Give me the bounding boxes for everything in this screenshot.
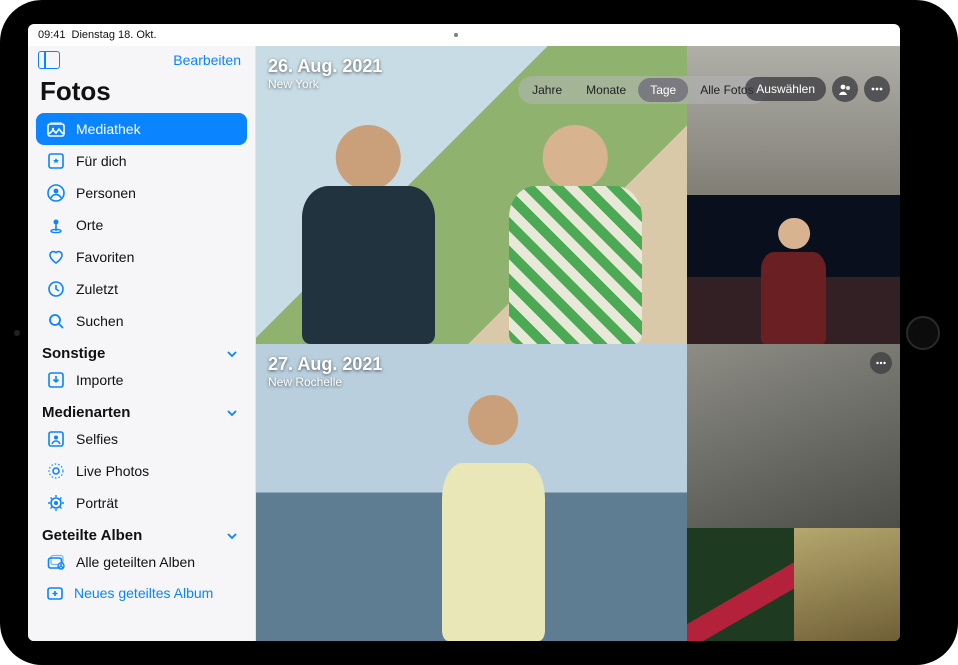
select-button[interactable]: Auswählen <box>745 77 826 101</box>
clock-icon <box>46 279 66 299</box>
seg-months[interactable]: Monate <box>574 78 638 102</box>
plus-icon <box>46 584 64 602</box>
wifi-icon <box>818 30 831 40</box>
battery-icon <box>870 30 890 40</box>
sidebar-item-label: Favoriten <box>76 249 134 265</box>
photo-tile[interactable] <box>794 528 900 641</box>
search-icon <box>46 311 66 331</box>
photo-tile[interactable] <box>687 46 900 195</box>
people-icon <box>46 183 66 203</box>
status-date: Dienstag 18. Okt. <box>72 29 157 41</box>
day-header: 27. Aug. 2021 New Rochelle <box>268 354 382 389</box>
sidebar-item-label: Orte <box>76 217 103 233</box>
sidebar-item-label: Importe <box>76 372 123 388</box>
sidebar-item-recent[interactable]: Zuletzt <box>36 273 247 305</box>
edit-button[interactable]: Bearbeiten <box>173 52 241 68</box>
shared-albums-icon <box>46 552 66 572</box>
sidebar-item-label: Mediathek <box>76 121 141 137</box>
app-title: Fotos <box>36 76 247 113</box>
view-segmented-control[interactable]: Jahre Monate Tage Alle Fotos <box>518 76 767 104</box>
sidebar-item-label: Zuletzt <box>76 281 118 297</box>
screen: 09:41 Dienstag 18. Okt. 100 % Bearbeiten <box>28 24 900 641</box>
day-location: New Rochelle <box>268 375 382 389</box>
sidebar-item-portrait[interactable]: Porträt <box>36 487 247 519</box>
sidebar-item-imports[interactable]: Importe <box>36 364 247 396</box>
photo-thumbnail <box>687 195 900 344</box>
for-you-icon <box>46 151 66 171</box>
sidebar-item-library[interactable]: Mediathek <box>36 113 247 145</box>
battery-percent: 100 % <box>835 29 866 41</box>
sidebar-item-for-you[interactable]: Für dich <box>36 145 247 177</box>
section-header-shared[interactable]: Geteilte Alben <box>36 519 247 546</box>
sidebar-item-label: Suchen <box>76 313 123 329</box>
home-button[interactable] <box>906 316 940 350</box>
seg-years[interactable]: Jahre <box>520 78 574 102</box>
tile-more-icon[interactable] <box>870 352 892 374</box>
sidebar-item-livephotos[interactable]: Live Photos <box>36 455 247 487</box>
front-camera <box>14 330 20 336</box>
status-bar: 09:41 Dienstag 18. Okt. 100 % <box>28 24 900 46</box>
photo-thumbnail <box>687 46 900 195</box>
day-date: 26. Aug. 2021 <box>268 56 382 77</box>
section-header-other[interactable]: Sonstige <box>36 337 247 364</box>
day-location: New York <box>268 77 382 91</box>
sidebar-item-label: Alle geteilten Alben <box>76 554 195 570</box>
section-header-media[interactable]: Medienarten <box>36 396 247 423</box>
import-icon <box>46 370 66 390</box>
section-title: Geteilte Alben <box>42 527 142 544</box>
sidebar-item-favorites[interactable]: Favoriten <box>36 241 247 273</box>
photo-tile[interactable]: 27. Aug. 2021 New Rochelle <box>256 344 687 642</box>
section-title: Medienarten <box>42 404 130 421</box>
day-header: 26. Aug. 2021 New York <box>268 56 382 91</box>
share-people-icon[interactable] <box>832 76 858 102</box>
library-icon <box>46 119 66 139</box>
portrait-icon <box>46 493 66 513</box>
photo-thumbnail <box>687 344 900 528</box>
photo-tile[interactable] <box>687 528 793 641</box>
sidebar-item-label: Selfies <box>76 431 118 447</box>
status-time: 09:41 <box>38 29 66 41</box>
sidebar-new-shared-album[interactable]: Neues geteiltes Album <box>36 578 247 608</box>
sidebar-item-label: Neues geteiltes Album <box>74 585 213 601</box>
photo-tile[interactable] <box>687 344 900 528</box>
sidebar-toggle-icon[interactable] <box>38 51 60 69</box>
chevron-down-icon <box>225 529 239 543</box>
photo-thumbnail <box>794 528 900 641</box>
sidebar-item-places[interactable]: Orte <box>36 209 247 241</box>
more-icon[interactable] <box>864 76 890 102</box>
section-title: Sonstige <box>42 345 105 362</box>
sidebar: Bearbeiten Fotos Mediathek Für dich <box>28 46 256 641</box>
livephoto-icon <box>46 461 66 481</box>
photo-grid: Jahre Monate Tage Alle Fotos Auswählen <box>256 46 900 641</box>
chevron-down-icon <box>225 347 239 361</box>
day-date: 27. Aug. 2021 <box>268 354 382 375</box>
places-icon <box>46 215 66 235</box>
photo-tile[interactable] <box>687 195 900 344</box>
sidebar-item-selfies[interactable]: Selfies <box>36 423 247 455</box>
heart-icon <box>46 247 66 267</box>
sidebar-item-people[interactable]: Personen <box>36 177 247 209</box>
sidebar-item-label: Für dich <box>76 153 127 169</box>
sidebar-item-search[interactable]: Suchen <box>36 305 247 337</box>
ipad-device-frame: 09:41 Dienstag 18. Okt. 100 % Bearbeiten <box>0 0 958 665</box>
sidebar-item-all-shared[interactable]: Alle geteilten Alben <box>36 546 247 578</box>
multitask-dots[interactable] <box>454 33 474 37</box>
chevron-down-icon <box>225 406 239 420</box>
sidebar-item-label: Porträt <box>76 495 118 511</box>
sidebar-item-label: Live Photos <box>76 463 149 479</box>
photo-thumbnail <box>687 528 793 641</box>
sidebar-item-label: Personen <box>76 185 136 201</box>
seg-days[interactable]: Tage <box>638 78 688 102</box>
selfie-icon <box>46 429 66 449</box>
